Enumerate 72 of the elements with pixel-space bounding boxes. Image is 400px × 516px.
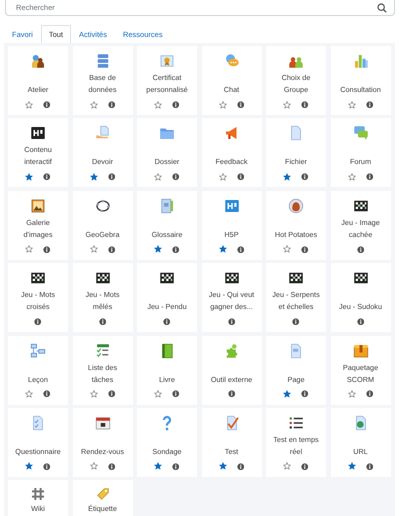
star-icon[interactable] (348, 462, 356, 470)
info-icon[interactable] (172, 173, 180, 181)
star-icon[interactable] (348, 100, 356, 108)
star-icon[interactable] (25, 390, 34, 398)
star-icon[interactable] (348, 172, 356, 181)
star-icon[interactable] (283, 245, 292, 254)
info-icon[interactable] (108, 462, 116, 470)
info-icon[interactable] (172, 462, 180, 470)
info-icon[interactable] (43, 246, 51, 254)
info-icon[interactable] (98, 318, 106, 326)
info-icon[interactable] (292, 318, 300, 326)
info-icon[interactable] (366, 173, 374, 181)
speech-bubbles-icon (352, 124, 370, 142)
star-icon[interactable] (25, 245, 34, 254)
star-icon[interactable] (283, 462, 292, 470)
info-icon[interactable] (108, 246, 116, 254)
star-icon[interactable] (90, 390, 98, 398)
info-icon[interactable] (301, 390, 309, 398)
info-icon[interactable] (43, 100, 51, 108)
star-icon[interactable] (90, 100, 98, 108)
star-icon[interactable] (218, 245, 227, 254)
star-icon[interactable] (283, 172, 292, 181)
star-icon[interactable] (25, 100, 34, 108)
star-icon[interactable] (283, 390, 292, 398)
info-icon[interactable] (236, 173, 244, 181)
star-icon[interactable] (90, 462, 98, 470)
info-icon[interactable] (172, 246, 180, 254)
info-icon[interactable] (301, 246, 309, 254)
info-icon[interactable] (366, 100, 374, 108)
people-icon (29, 52, 47, 70)
info-icon[interactable] (301, 462, 309, 470)
star-icon[interactable] (154, 390, 162, 398)
info-icon[interactable] (228, 390, 236, 398)
star-icon[interactable] (25, 462, 34, 470)
star-icon[interactable] (154, 172, 162, 181)
star-icon[interactable] (25, 172, 34, 181)
star-icon[interactable] (90, 245, 98, 254)
checklist-icon (94, 342, 112, 360)
info-icon[interactable] (366, 462, 374, 470)
info-icon[interactable] (108, 100, 116, 108)
tag-icon (94, 486, 110, 502)
star-icon[interactable] (218, 100, 227, 108)
star-icon[interactable] (154, 100, 162, 108)
info-icon[interactable] (356, 246, 364, 254)
info-icon[interactable] (301, 173, 309, 181)
info-icon[interactable] (228, 318, 236, 326)
info-icon[interactable] (108, 390, 116, 398)
info-icon[interactable] (43, 462, 51, 470)
info-icon[interactable] (301, 100, 309, 108)
info-icon[interactable] (108, 173, 116, 181)
picture-icon (29, 196, 47, 215)
info-icon[interactable] (236, 100, 244, 108)
info-icon[interactable] (366, 390, 374, 398)
star-icon[interactable] (348, 390, 356, 398)
flowchart-icon (29, 342, 47, 360)
search-icon[interactable] (377, 3, 387, 13)
info-icon[interactable] (172, 100, 180, 108)
grid-icon (30, 486, 46, 502)
star-icon[interactable] (90, 172, 98, 181)
star-icon[interactable] (218, 462, 227, 470)
star-icon[interactable] (154, 245, 162, 254)
star-icon[interactable] (218, 172, 227, 181)
info-icon[interactable] (163, 318, 171, 326)
star-icon[interactable] (283, 100, 292, 108)
info-icon[interactable] (34, 318, 42, 326)
info-icon[interactable] (43, 390, 51, 398)
info-icon[interactable] (356, 318, 364, 326)
star-icon[interactable] (154, 462, 162, 470)
info-icon[interactable] (236, 246, 244, 254)
info-icon[interactable] (172, 390, 180, 398)
info-icon[interactable] (236, 462, 244, 470)
info-icon[interactable] (43, 173, 51, 181)
